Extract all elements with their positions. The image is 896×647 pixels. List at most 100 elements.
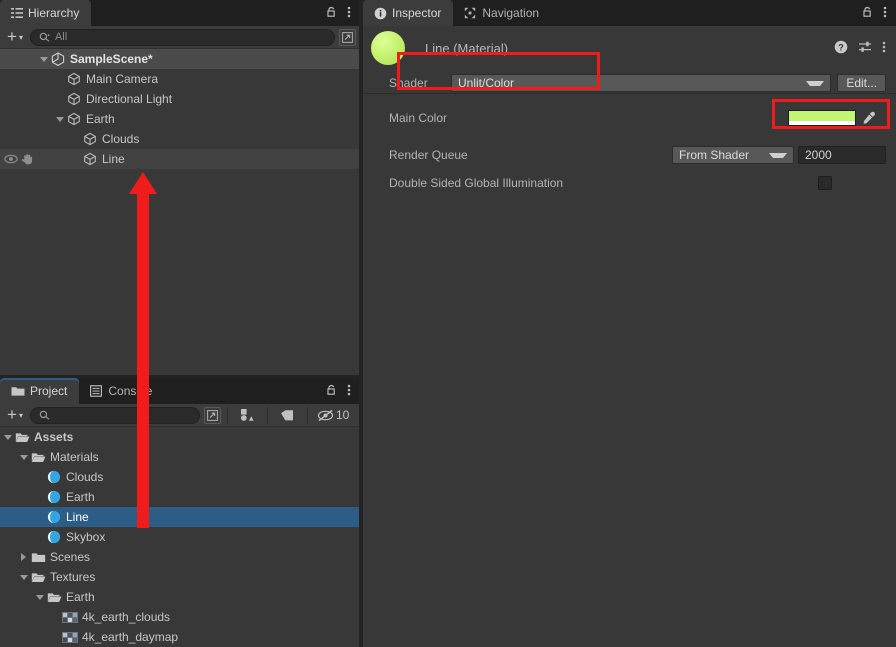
material-ball-icon: [46, 530, 62, 544]
project-item-4k-earth-clouds[interactable]: 4k_earth_clouds: [0, 607, 360, 627]
hierarchy-icon: [10, 7, 23, 19]
shader-dropdown[interactable]: Unlit/Color: [451, 74, 831, 92]
foldout-expanded-icon[interactable]: [1, 435, 14, 440]
toolbar-divider: [227, 407, 228, 424]
more-vertical-icon[interactable]: [882, 40, 886, 57]
project-item-textures[interactable]: Textures: [0, 567, 360, 587]
red-arrow-head: [129, 172, 157, 194]
tab-project[interactable]: Project: [0, 378, 79, 404]
expand-window-icon[interactable]: [339, 29, 356, 46]
hierarchy-item-label: Main Camera: [86, 72, 158, 86]
more-vertical-icon[interactable]: [883, 5, 887, 22]
filter-by-type-icon[interactable]: [234, 407, 261, 424]
foldout-expanded-icon[interactable]: [17, 455, 30, 460]
foldout-collapsed-icon[interactable]: [17, 553, 30, 561]
inspector-header-actions: ?: [834, 40, 896, 57]
search-icon: [39, 410, 50, 421]
more-vertical-icon[interactable]: [347, 383, 351, 400]
project-item-line[interactable]: Line: [0, 507, 360, 527]
gameobject-cube-icon: [82, 152, 98, 166]
project-item-label: Clouds: [66, 470, 103, 484]
project-item-earth[interactable]: Earth: [0, 487, 360, 507]
hidden-assets-count: 10: [336, 408, 349, 422]
help-circle-icon[interactable]: ?: [834, 40, 848, 57]
toolbar-divider: [307, 407, 308, 424]
material-ball-icon: [46, 510, 62, 524]
tab-hierarchy[interactable]: Hierarchy: [0, 0, 91, 26]
render-queue-value-field[interactable]: 2000: [798, 146, 886, 164]
double-sided-gi-checkbox[interactable]: [818, 176, 832, 190]
project-item-materials[interactable]: Materials: [0, 447, 360, 467]
project-toolbar: + ▾: [0, 404, 360, 427]
hidden-assets-toggle[interactable]: 10: [314, 407, 352, 424]
project-add-button[interactable]: + ▾: [4, 407, 26, 424]
hierarchy-item-main-camera[interactable]: Main Camera: [0, 69, 360, 89]
material-preview-sphere: [371, 31, 405, 65]
hierarchy-item-clouds[interactable]: Clouds: [0, 129, 360, 149]
project-item-earth[interactable]: Earth: [0, 587, 360, 607]
lock-icon[interactable]: [861, 5, 874, 21]
gameobject-cube-icon: [66, 112, 82, 126]
project-tabbar: Project Console: [0, 378, 360, 404]
lock-icon[interactable]: [325, 5, 338, 21]
project-tabbar-actions: [325, 378, 356, 404]
eye-crossed-icon: [317, 409, 334, 422]
project-item-label: 4k_earth_clouds: [82, 610, 170, 624]
hierarchy-tree[interactable]: SampleScene* Main Camera Directional Light…: [0, 49, 360, 378]
tab-inspector[interactable]: Inspector: [363, 0, 453, 26]
foldout-expanded-icon[interactable]: [17, 575, 30, 580]
hierarchy-item-line[interactable]: Line: [0, 149, 360, 169]
hierarchy-item-label: Line: [102, 152, 125, 166]
preset-settings-icon[interactable]: [858, 40, 872, 57]
material-ball-icon: [46, 470, 62, 484]
project-item-skybox[interactable]: Skybox: [0, 527, 360, 547]
hierarchy-item-label: Directional Light: [86, 92, 172, 106]
hierarchy-tabbar: Hierarchy: [0, 0, 360, 26]
texture-icon: [62, 632, 78, 643]
foldout-expanded-icon[interactable]: [37, 57, 50, 62]
tab-navigation[interactable]: Navigation: [453, 0, 551, 26]
project-search-input[interactable]: [30, 407, 200, 424]
project-item-label: Line: [66, 510, 89, 524]
more-vertical-icon[interactable]: [347, 5, 351, 22]
main-color-swatch[interactable]: [788, 110, 856, 126]
plus-icon: +: [7, 408, 17, 422]
eyedropper-icon[interactable]: [862, 111, 876, 125]
project-item-4k-earth-daymap[interactable]: 4k_earth_daymap: [0, 627, 360, 647]
project-item-label: Scenes: [50, 550, 90, 564]
panel-divider-horizontal[interactable]: [0, 375, 359, 378]
main-color-swatch-alpha: [789, 121, 855, 125]
project-tree[interactable]: AssetsMaterials Clouds Earth Line Skybox Scen…: [0, 427, 360, 647]
filter-by-label-icon[interactable]: [274, 407, 301, 424]
expand-window-icon[interactable]: [204, 407, 221, 424]
project-item-label: Skybox: [66, 530, 105, 544]
hierarchy-item-directional-light[interactable]: Directional Light: [0, 89, 360, 109]
hierarchy-add-button[interactable]: + ▾: [4, 29, 26, 46]
lock-icon[interactable]: [325, 383, 338, 399]
navigation-mesh-icon: [463, 7, 477, 19]
panel-divider-vertical[interactable]: [359, 0, 363, 647]
foldout-expanded-icon[interactable]: [33, 595, 46, 600]
project-item-label: 4k_earth_daymap: [82, 630, 178, 644]
shader-edit-button[interactable]: Edit...: [837, 74, 886, 92]
hierarchy-search-input[interactable]: All: [30, 29, 335, 46]
tab-navigation-label: Navigation: [482, 6, 539, 20]
project-item-label: Earth: [66, 490, 95, 504]
render-queue-dropdown[interactable]: From Shader: [672, 146, 794, 164]
hierarchy-item-samplescene-[interactable]: SampleScene*: [0, 49, 360, 69]
folder-open-icon: [30, 571, 46, 584]
project-item-label: Textures: [50, 570, 95, 584]
eye-icon[interactable]: [4, 154, 18, 164]
hierarchy-item-earth[interactable]: Earth: [0, 109, 360, 129]
toolbar-divider: [267, 407, 268, 424]
chevron-down-icon: [769, 153, 787, 158]
folder-icon: [10, 385, 25, 397]
project-item-clouds[interactable]: Clouds: [0, 467, 360, 487]
hand-icon[interactable]: [21, 153, 34, 165]
project-item-scenes[interactable]: Scenes: [0, 547, 360, 567]
tab-console[interactable]: Console: [79, 378, 164, 404]
hierarchy-item-label: Earth: [86, 112, 115, 126]
project-item-assets[interactable]: Assets: [0, 427, 360, 447]
foldout-expanded-icon[interactable]: [53, 117, 66, 122]
main-color-field[interactable]: [788, 109, 876, 127]
